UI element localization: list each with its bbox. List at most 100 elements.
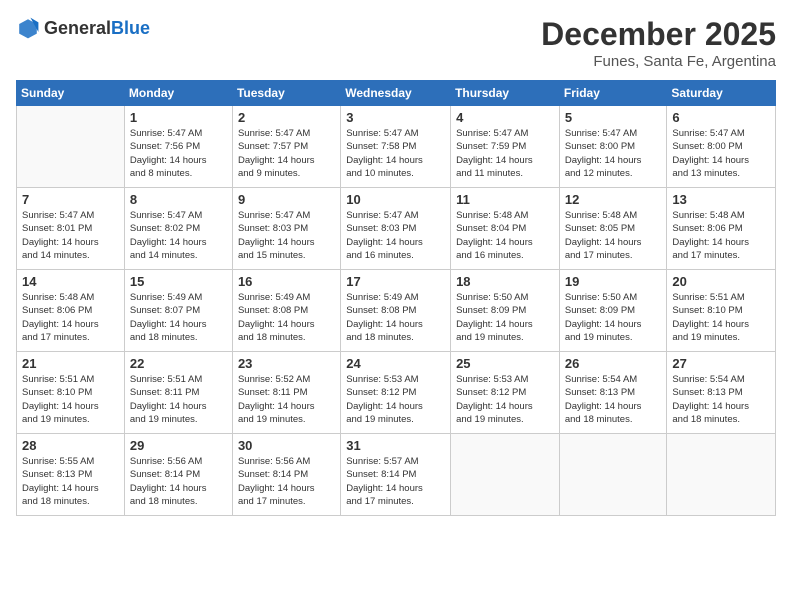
- calendar-week-row: 28 Sunrise: 5:55 AM Sunset: 8:13 PM Dayli…: [17, 434, 776, 516]
- day-info: Sunrise: 5:48 AM Sunset: 8:04 PM Dayligh…: [456, 209, 554, 262]
- table-row: 2 Sunrise: 5:47 AM Sunset: 7:57 PM Daylig…: [232, 106, 340, 188]
- day-info: Sunrise: 5:47 AM Sunset: 7:57 PM Dayligh…: [238, 127, 335, 180]
- day-info: Sunrise: 5:48 AM Sunset: 8:06 PM Dayligh…: [672, 209, 770, 262]
- col-wednesday: Wednesday: [341, 81, 451, 106]
- table-row: 12 Sunrise: 5:48 AM Sunset: 8:05 PM Dayli…: [559, 188, 667, 270]
- col-tuesday: Tuesday: [232, 81, 340, 106]
- col-sunday: Sunday: [17, 81, 125, 106]
- day-number: 1: [130, 110, 227, 125]
- title-block: December 2025 Funes, Santa Fe, Argentina: [541, 16, 776, 70]
- table-row: 25 Sunrise: 5:53 AM Sunset: 8:12 PM Dayli…: [451, 352, 560, 434]
- day-number: 14: [22, 274, 119, 289]
- logo-icon: [16, 16, 40, 40]
- day-info: Sunrise: 5:47 AM Sunset: 8:03 PM Dayligh…: [346, 209, 445, 262]
- day-number: 21: [22, 356, 119, 371]
- table-row: 8 Sunrise: 5:47 AM Sunset: 8:02 PM Daylig…: [124, 188, 232, 270]
- day-info: Sunrise: 5:48 AM Sunset: 8:06 PM Dayligh…: [22, 291, 119, 344]
- day-info: Sunrise: 5:54 AM Sunset: 8:13 PM Dayligh…: [565, 373, 662, 426]
- day-number: 18: [456, 274, 554, 289]
- table-row: 1Sunrise: 5:47 AM Sunset: 7:56 PM Daylig…: [124, 106, 232, 188]
- table-row: 11Sunrise: 5:48 AM Sunset: 8:04 PM Dayli…: [451, 188, 560, 270]
- day-number: 6: [672, 110, 770, 125]
- table-row: 13 Sunrise: 5:48 AM Sunset: 8:06 PM Dayli…: [667, 188, 776, 270]
- table-row: 17 Sunrise: 5:49 AM Sunset: 8:08 PM Dayli…: [341, 270, 451, 352]
- table-row: 5 Sunrise: 5:47 AM Sunset: 8:00 PM Daylig…: [559, 106, 667, 188]
- day-info: Sunrise: 5:51 AM Sunset: 8:10 PM Dayligh…: [22, 373, 119, 426]
- table-row: 29 Sunrise: 5:56 AM Sunset: 8:14 PM Dayli…: [124, 434, 232, 516]
- day-info: Sunrise: 5:47 AM Sunset: 8:00 PM Dayligh…: [565, 127, 662, 180]
- day-info: Sunrise: 5:47 AM Sunset: 8:02 PM Dayligh…: [130, 209, 227, 262]
- day-number: 8: [130, 192, 227, 207]
- day-number: 26: [565, 356, 662, 371]
- day-info: Sunrise: 5:57 AM Sunset: 8:14 PM Dayligh…: [346, 455, 445, 508]
- day-number: 10: [346, 192, 445, 207]
- day-info: Sunrise: 5:49 AM Sunset: 8:08 PM Dayligh…: [238, 291, 335, 344]
- col-saturday: Saturday: [667, 81, 776, 106]
- table-row: 26 Sunrise: 5:54 AM Sunset: 8:13 PM Dayli…: [559, 352, 667, 434]
- table-row: [559, 434, 667, 516]
- day-number: 12: [565, 192, 662, 207]
- day-info: Sunrise: 5:56 AM Sunset: 8:14 PM Dayligh…: [130, 455, 227, 508]
- table-row: 15Sunrise: 5:49 AM Sunset: 8:07 PM Dayli…: [124, 270, 232, 352]
- calendar-week-row: 14 Sunrise: 5:48 AM Sunset: 8:06 PM Dayli…: [17, 270, 776, 352]
- day-info: Sunrise: 5:47 AM Sunset: 8:03 PM Dayligh…: [238, 209, 335, 262]
- month-title: December 2025: [541, 16, 776, 53]
- day-number: 4: [456, 110, 554, 125]
- day-number: 17: [346, 274, 445, 289]
- calendar-week-row: 7Sunrise: 5:47 AM Sunset: 8:01 PM Daylig…: [17, 188, 776, 270]
- table-row: 21 Sunrise: 5:51 AM Sunset: 8:10 PM Dayli…: [17, 352, 125, 434]
- day-info: Sunrise: 5:48 AM Sunset: 8:05 PM Dayligh…: [565, 209, 662, 262]
- table-row: [451, 434, 560, 516]
- day-number: 30: [238, 438, 335, 453]
- day-number: 23: [238, 356, 335, 371]
- day-number: 31: [346, 438, 445, 453]
- table-row: 24 Sunrise: 5:53 AM Sunset: 8:12 PM Dayli…: [341, 352, 451, 434]
- logo-blue: Blue: [111, 18, 150, 38]
- day-number: 25: [456, 356, 554, 371]
- day-number: 19: [565, 274, 662, 289]
- calendar-week-row: 1Sunrise: 5:47 AM Sunset: 7:56 PM Daylig…: [17, 106, 776, 188]
- table-row: 6Sunrise: 5:47 AM Sunset: 8:00 PM Daylig…: [667, 106, 776, 188]
- day-number: 2: [238, 110, 335, 125]
- day-number: 3: [346, 110, 445, 125]
- day-info: Sunrise: 5:53 AM Sunset: 8:12 PM Dayligh…: [456, 373, 554, 426]
- day-number: 9: [238, 192, 335, 207]
- calendar-header-row: Sunday Monday Tuesday Wednesday Thursday…: [17, 81, 776, 106]
- col-friday: Friday: [559, 81, 667, 106]
- day-number: 5: [565, 110, 662, 125]
- table-row: 14 Sunrise: 5:48 AM Sunset: 8:06 PM Dayli…: [17, 270, 125, 352]
- logo-general: General: [44, 18, 111, 38]
- col-monday: Monday: [124, 81, 232, 106]
- day-number: 28: [22, 438, 119, 453]
- table-row: 10 Sunrise: 5:47 AM Sunset: 8:03 PM Dayli…: [341, 188, 451, 270]
- day-info: Sunrise: 5:47 AM Sunset: 7:59 PM Dayligh…: [456, 127, 554, 180]
- table-row: 9 Sunrise: 5:47 AM Sunset: 8:03 PM Daylig…: [232, 188, 340, 270]
- day-number: 20: [672, 274, 770, 289]
- day-info: Sunrise: 5:49 AM Sunset: 8:08 PM Dayligh…: [346, 291, 445, 344]
- location: Funes, Santa Fe, Argentina: [541, 53, 776, 70]
- table-row: 4 Sunrise: 5:47 AM Sunset: 7:59 PM Daylig…: [451, 106, 560, 188]
- table-row: 7Sunrise: 5:47 AM Sunset: 8:01 PM Daylig…: [17, 188, 125, 270]
- day-number: 24: [346, 356, 445, 371]
- col-thursday: Thursday: [451, 81, 560, 106]
- table-row: 19 Sunrise: 5:50 AM Sunset: 8:09 PM Dayli…: [559, 270, 667, 352]
- day-number: 16: [238, 274, 335, 289]
- day-number: 22: [130, 356, 227, 371]
- day-info: Sunrise: 5:53 AM Sunset: 8:12 PM Dayligh…: [346, 373, 445, 426]
- calendar: Sunday Monday Tuesday Wednesday Thursday…: [16, 80, 776, 516]
- page-header: GeneralBlue December 2025 Funes, Santa F…: [16, 16, 776, 70]
- day-number: 29: [130, 438, 227, 453]
- table-row: 22Sunrise: 5:51 AM Sunset: 8:11 PM Dayli…: [124, 352, 232, 434]
- day-info: Sunrise: 5:55 AM Sunset: 8:13 PM Dayligh…: [22, 455, 119, 508]
- table-row: 31 Sunrise: 5:57 AM Sunset: 8:14 PM Dayli…: [341, 434, 451, 516]
- day-number: 13: [672, 192, 770, 207]
- day-info: Sunrise: 5:47 AM Sunset: 8:01 PM Dayligh…: [22, 209, 119, 262]
- table-row: [667, 434, 776, 516]
- table-row: 16 Sunrise: 5:49 AM Sunset: 8:08 PM Dayli…: [232, 270, 340, 352]
- table-row: 28 Sunrise: 5:55 AM Sunset: 8:13 PM Dayli…: [17, 434, 125, 516]
- table-row: 3Sunrise: 5:47 AM Sunset: 7:58 PM Daylig…: [341, 106, 451, 188]
- day-info: Sunrise: 5:49 AM Sunset: 8:07 PM Dayligh…: [130, 291, 227, 344]
- day-info: Sunrise: 5:52 AM Sunset: 8:11 PM Dayligh…: [238, 373, 335, 426]
- day-info: Sunrise: 5:50 AM Sunset: 8:09 PM Dayligh…: [565, 291, 662, 344]
- day-number: 27: [672, 356, 770, 371]
